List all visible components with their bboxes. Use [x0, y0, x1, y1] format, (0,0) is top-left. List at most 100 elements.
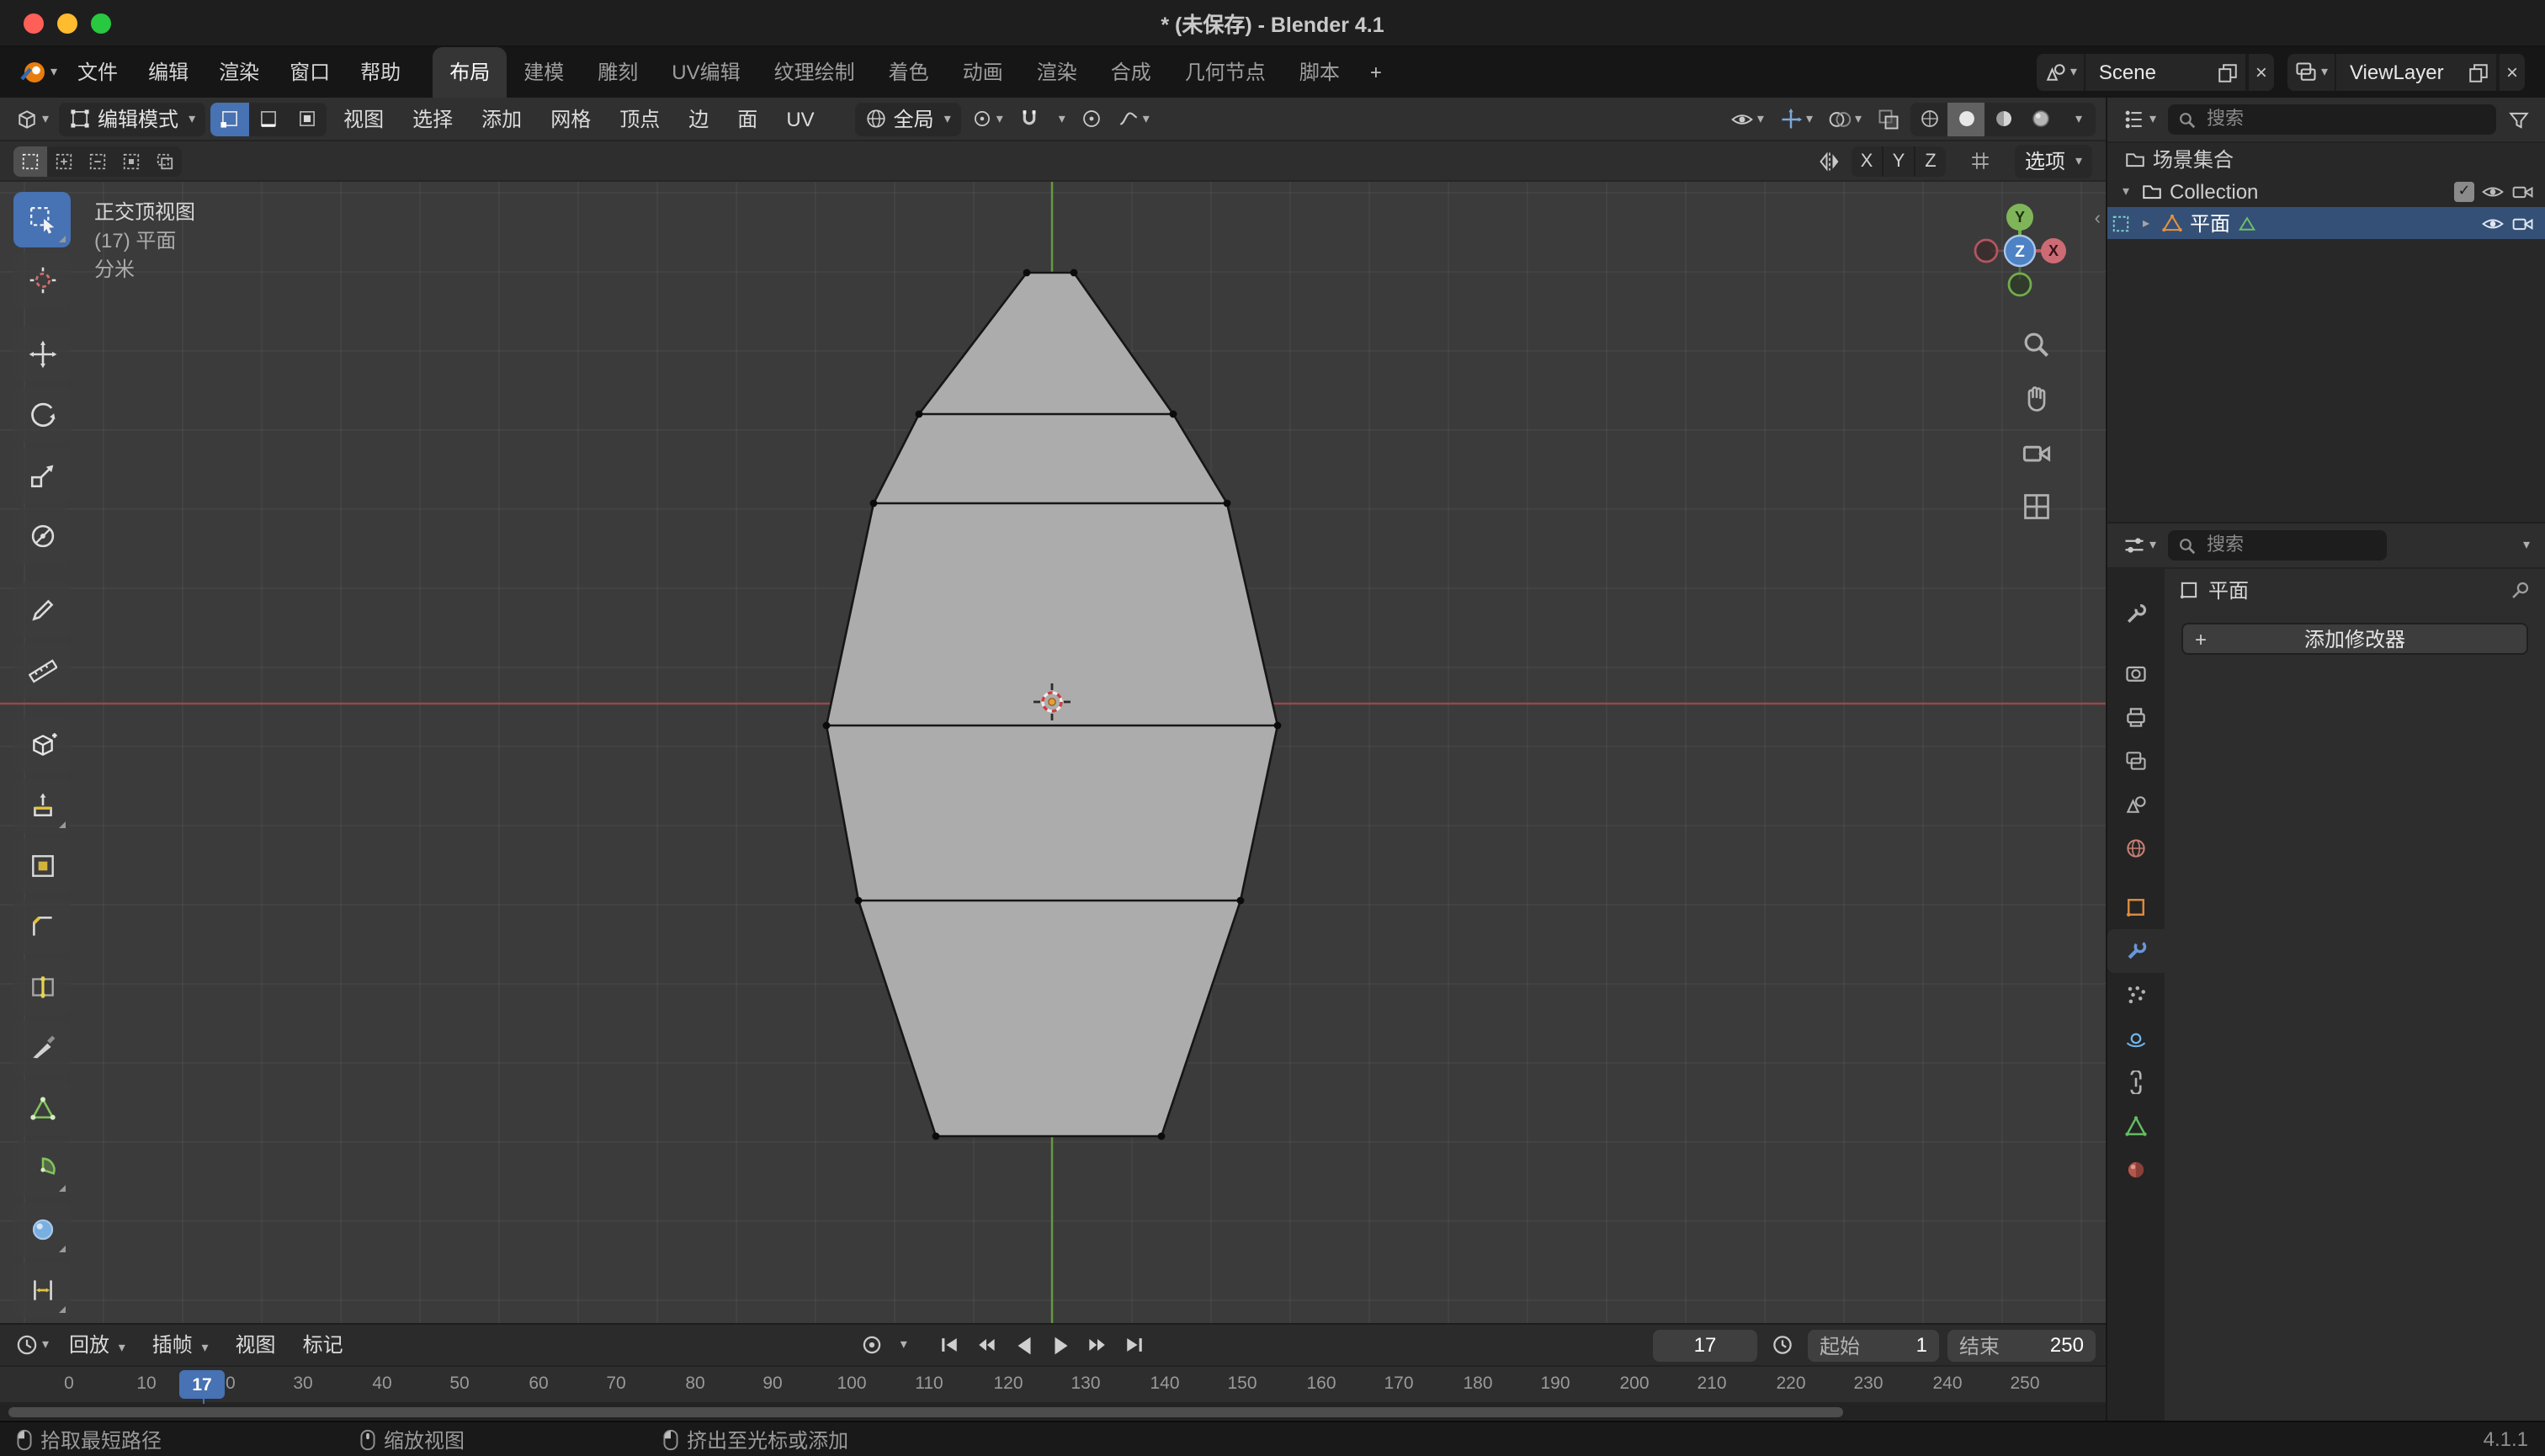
workspace-tab-uv-editing[interactable]: UV编辑	[655, 47, 757, 98]
tab-modifiers[interactable]	[2107, 929, 2165, 973]
menu-render[interactable]: 渲染	[204, 54, 274, 91]
auto-keying-dropdown[interactable]: ▾	[892, 1328, 912, 1362]
pan-button[interactable]	[2018, 380, 2055, 417]
smooth-tool[interactable]	[13, 1202, 71, 1257]
jump-to-start-button[interactable]	[932, 1328, 968, 1362]
transform-tool[interactable]	[13, 508, 71, 564]
navigation-gizmo[interactable]: Y X Z	[1971, 202, 2069, 300]
fullscreen-window-button[interactable]	[91, 13, 111, 34]
object-visibility-dropdown[interactable]: ▾	[1725, 102, 1769, 136]
select-set-invert-button[interactable]	[114, 146, 148, 176]
vertex-select-button[interactable]	[210, 102, 249, 136]
tab-view-layer[interactable]	[2107, 739, 2165, 783]
jump-to-next-keyframe-button[interactable]	[1081, 1328, 1116, 1362]
menu-help[interactable]: 帮助	[345, 54, 416, 91]
loop-cut-tool[interactable]	[13, 959, 71, 1015]
perspective-ortho-button[interactable]	[2018, 488, 2055, 525]
outliner-row-scene-collection[interactable]: 场景集合	[2107, 143, 2545, 175]
mirror-y-button[interactable]: Y	[1882, 146, 1914, 176]
tab-constraints[interactable]	[2107, 1060, 2165, 1104]
outliner-row-plane[interactable]: ▸ 平面	[2107, 207, 2545, 239]
properties-options-button[interactable]: ▾	[2515, 529, 2535, 562]
select-set-new-button[interactable]	[13, 146, 47, 176]
browse-scene-button[interactable]: ▾	[2037, 54, 2085, 91]
viewport-3d[interactable]: 正交顶视图 (17) 平面 分米	[0, 182, 2106, 1323]
timeline-view-menu[interactable]: 视图	[224, 1328, 288, 1362]
add-modifier-button[interactable]: + 添加修改器	[2181, 623, 2528, 655]
mesh-menu[interactable]: 网格	[539, 102, 603, 136]
menu-file[interactable]: 文件	[62, 54, 133, 91]
xray-toggle-button[interactable]	[1872, 102, 1905, 136]
mirror-z-button[interactable]: Z	[1914, 146, 1946, 176]
workspace-tab-shading[interactable]: 着色	[872, 47, 946, 98]
mode-dropdown[interactable]: 编辑模式 ▾	[59, 102, 205, 136]
knife-tool[interactable]	[13, 1020, 71, 1076]
select-set-extend-button[interactable]	[47, 146, 81, 176]
timeline-ruler[interactable]: 0 10 20 30 40 50 60 70 80 90 100 110 120…	[0, 1367, 2106, 1404]
edge-menu[interactable]: 边	[677, 102, 720, 136]
outliner-row-collection[interactable]: ▾ Collection ✓	[2107, 175, 2545, 207]
expand-object-icon[interactable]: ▸	[2138, 215, 2154, 231]
solid-shading-button[interactable]	[1947, 102, 1984, 136]
remove-viewlayer-button[interactable]: ×	[2498, 54, 2525, 91]
edge-select-button[interactable]	[249, 102, 288, 136]
select-set-intersect-button[interactable]	[148, 146, 182, 176]
tab-tool[interactable]	[2107, 592, 2165, 636]
play-reverse-button[interactable]	[1007, 1328, 1042, 1362]
breadcrumb-object-name[interactable]: 平面	[2208, 575, 2249, 603]
gizmos-dropdown[interactable]: ▾	[1774, 102, 1818, 136]
menu-edit[interactable]: 编辑	[133, 54, 204, 91]
add-menu[interactable]: 添加	[470, 102, 534, 136]
new-scene-button[interactable]	[2210, 54, 2247, 91]
gizmo-y-neg-axis[interactable]	[2009, 274, 2031, 295]
add-workspace-button[interactable]: +	[1357, 47, 1395, 98]
outliner-editor-type-button[interactable]: ▾	[2117, 103, 2161, 136]
view-menu[interactable]: 视图	[332, 102, 396, 136]
proportional-falloff-dropdown[interactable]: ▾	[1113, 102, 1155, 136]
tab-physics[interactable]	[2107, 1017, 2165, 1060]
move-tool[interactable]	[13, 327, 71, 382]
workspace-tab-compositing[interactable]: 合成	[1094, 47, 1168, 98]
zoom-button[interactable]	[2018, 327, 2055, 364]
timeline-scrollbar[interactable]	[8, 1407, 1843, 1417]
unlink-scene-button[interactable]: ×	[2247, 54, 2274, 91]
timeline-editor-type-button[interactable]: ▾	[10, 1328, 54, 1362]
end-frame-field[interactable]: 结束 250	[1947, 1329, 2096, 1361]
tool-options-dropdown[interactable]: 选项 ▾	[2015, 144, 2092, 178]
properties-editor-type-button[interactable]: ▾	[2117, 529, 2161, 562]
workspace-tab-modeling[interactable]: 建模	[507, 47, 581, 98]
jump-to-prev-keyframe-button[interactable]	[970, 1328, 1005, 1362]
workspace-tab-rendering[interactable]: 渲染	[1020, 47, 1094, 98]
timeline-scrollbar-track[interactable]	[0, 1404, 2106, 1421]
start-frame-field[interactable]: 起始 1	[1808, 1329, 1939, 1361]
tab-output[interactable]	[2107, 695, 2165, 739]
current-frame-marker[interactable]: 17	[179, 1370, 225, 1399]
tab-material[interactable]	[2107, 1148, 2165, 1192]
camera-view-button[interactable]	[2018, 434, 2055, 471]
viewlayer-name-field[interactable]: ViewLayer	[2336, 61, 2461, 84]
add-cube-tool[interactable]	[13, 717, 71, 773]
vertex-menu[interactable]: 顶点	[608, 102, 672, 136]
spin-tool[interactable]	[13, 1141, 71, 1197]
editor-type-button[interactable]: ▾	[10, 102, 54, 136]
playback-menu[interactable]: 回放 ▾	[57, 1328, 137, 1362]
workspace-tab-geometry-nodes[interactable]: 几何节点	[1168, 47, 1283, 98]
collection-checkbox[interactable]: ✓	[2454, 181, 2474, 201]
snap-toggle-button[interactable]	[1013, 102, 1045, 136]
tab-scene[interactable]	[2107, 783, 2165, 826]
workspace-tab-scripting[interactable]: 脚本	[1283, 47, 1357, 98]
auto-keying-toggle[interactable]	[855, 1328, 890, 1362]
rotate-tool[interactable]	[13, 387, 71, 443]
properties-search-input[interactable]	[2203, 534, 2377, 557]
blender-logo-icon[interactable]: ▾	[13, 56, 62, 89]
tab-world[interactable]	[2107, 826, 2165, 870]
hide-in-viewport-icon[interactable]	[2481, 211, 2505, 235]
disable-in-renders-icon[interactable]	[2511, 179, 2535, 203]
current-frame-field[interactable]: 17	[1653, 1329, 1757, 1361]
shading-settings-dropdown[interactable]: ▾	[2059, 102, 2096, 136]
tab-render[interactable]	[2107, 651, 2165, 695]
jump-to-end-button[interactable]	[1118, 1328, 1153, 1362]
play-button[interactable]	[1044, 1328, 1079, 1362]
material-preview-shading-button[interactable]	[1984, 102, 2022, 136]
extrude-region-tool[interactable]	[13, 778, 71, 833]
